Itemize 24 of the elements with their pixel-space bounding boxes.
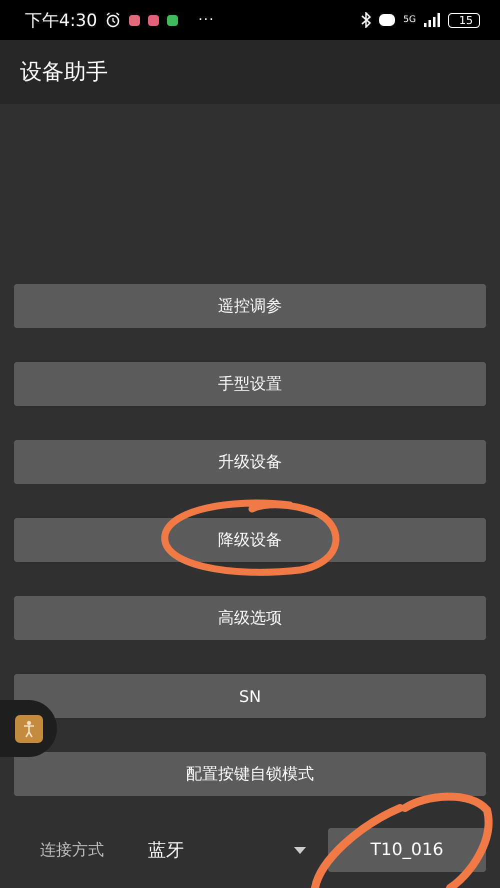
- menu-button[interactable]: SN: [14, 674, 486, 718]
- menu-button[interactable]: 升级设备: [14, 440, 486, 484]
- menu-button[interactable]: 降级设备: [14, 518, 486, 562]
- notification-icon: [129, 14, 140, 26]
- network-type: 5G: [403, 16, 416, 24]
- app-title: 设备助手: [20, 59, 108, 87]
- menu-button[interactable]: 手型设置: [14, 362, 486, 406]
- menu-button[interactable]: 配置按键自锁模式: [14, 752, 486, 796]
- notification-icon: [167, 14, 178, 26]
- device-button[interactable]: T10_016: [328, 828, 486, 872]
- connection-dropdown[interactable]: 蓝牙: [148, 838, 320, 862]
- signal-icon: [424, 13, 440, 27]
- connection-label: 连接方式: [40, 840, 105, 860]
- status-time: 下午4:30: [25, 10, 98, 32]
- battery-level: 15: [448, 12, 480, 28]
- alarm-icon: [105, 12, 122, 28]
- menu-button[interactable]: 遥控调参: [14, 284, 486, 328]
- more-notifications: ···: [198, 12, 215, 28]
- menu-button[interactable]: 高级选项: [14, 596, 486, 640]
- notification-icon: [148, 14, 160, 26]
- floating-assistant[interactable]: [0, 700, 57, 757]
- bluetooth-icon: [361, 12, 372, 28]
- accessibility-icon: [15, 714, 43, 742]
- dropdown-caret-icon: [294, 846, 306, 854]
